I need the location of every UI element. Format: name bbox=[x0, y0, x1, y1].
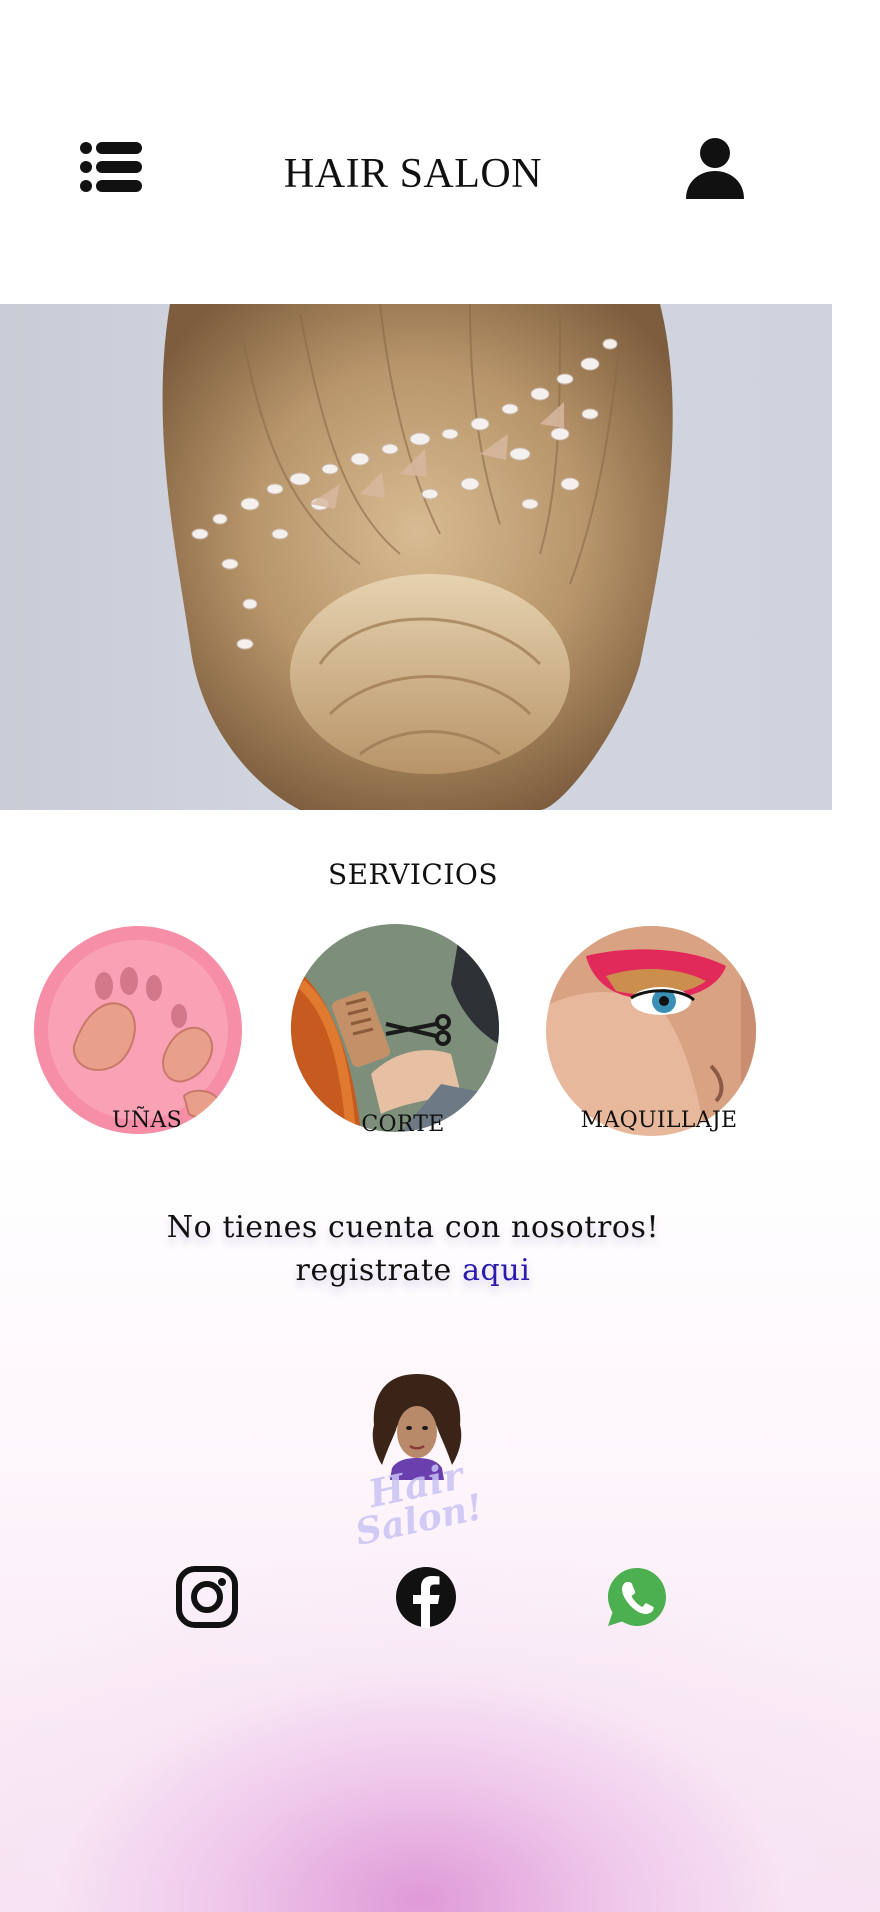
service-makeup-image bbox=[546, 926, 756, 1136]
instagram-icon bbox=[176, 1566, 238, 1628]
signup-prompt: No tienes cuenta con nosotros! registrat… bbox=[0, 1206, 826, 1292]
service-nails-label: UÑAS bbox=[112, 1108, 182, 1133]
service-makeup-label: MAQUILLAJE bbox=[580, 1108, 738, 1133]
service-nails-image bbox=[34, 926, 242, 1134]
service-makeup[interactable]: MAQUILLAJE bbox=[546, 926, 786, 1146]
user-icon bbox=[686, 138, 744, 199]
signup-line2: registrate aqui bbox=[0, 1249, 826, 1292]
signup-link[interactable]: aqui bbox=[462, 1253, 530, 1288]
salon-logo: Hair Salon! bbox=[352, 1370, 487, 1554]
facebook-icon bbox=[396, 1567, 456, 1628]
service-nails[interactable]: UÑAS bbox=[34, 926, 244, 1146]
hero-image bbox=[0, 304, 832, 810]
service-haircut-image bbox=[291, 924, 499, 1132]
service-haircut[interactable]: CORTE bbox=[290, 922, 500, 1148]
service-haircut-label: CORTE bbox=[361, 1112, 445, 1137]
instagram-link[interactable] bbox=[176, 1566, 238, 1628]
user-account-button[interactable] bbox=[684, 137, 746, 199]
services-title: SERVICIOS bbox=[327, 858, 499, 891]
facebook-link[interactable] bbox=[395, 1566, 457, 1628]
signup-line1: No tienes cuenta con nosotros! bbox=[166, 1210, 660, 1245]
whatsapp-link[interactable] bbox=[606, 1566, 668, 1628]
whatsapp-icon bbox=[608, 1568, 666, 1626]
signup-line2-prefix: registrate bbox=[295, 1253, 452, 1288]
